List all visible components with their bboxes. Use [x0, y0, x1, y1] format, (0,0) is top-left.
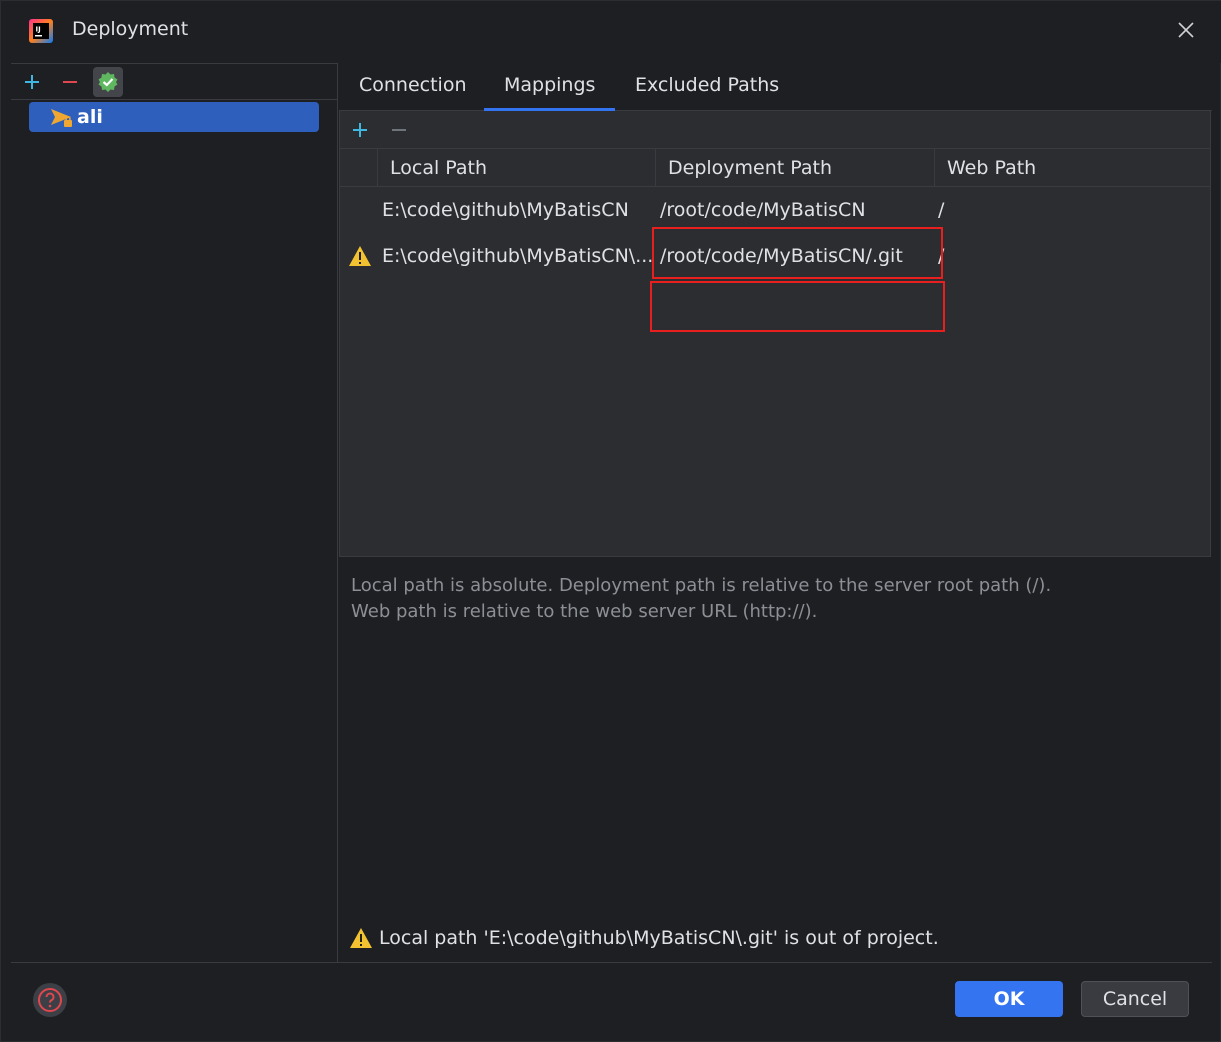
tab-mappings[interactable]: Mappings: [484, 72, 616, 111]
validation-warning: Local path 'E:\code\github\MyBatisCN\.gi…: [349, 927, 939, 949]
web-path-cell[interactable]: /: [938, 233, 1208, 279]
intellij-logo-icon: IJ: [29, 19, 53, 43]
minus-icon: [392, 129, 406, 131]
logo-letters: IJ: [36, 26, 41, 34]
close-icon[interactable]: [1173, 17, 1199, 43]
mappings-hint: Local path is absolute. Deployment path …: [351, 573, 1051, 625]
check-badge-icon: [98, 72, 118, 92]
warning-icon: [350, 928, 372, 948]
annotation-highlight-box: [650, 281, 945, 332]
table-header: Local Path Deployment Path Web Path: [340, 149, 1210, 187]
local-path-cell[interactable]: E:\code\github\MyBatisCN\...: [382, 233, 652, 279]
deployment-dialog: IJ Deployment ali Connection Mappings Ex…: [0, 0, 1221, 1042]
mappings-panel: Local Path Deployment Path Web Path E:\c…: [339, 111, 1211, 557]
tab-bar: Connection Mappings Excluded Paths: [339, 63, 1212, 111]
hint-line-2: Web path is relative to the web server U…: [351, 601, 818, 622]
hint-line-1: Local path is absolute. Deployment path …: [351, 575, 1052, 596]
tab-connection[interactable]: Connection: [339, 72, 487, 110]
server-list-pane: ali: [11, 63, 338, 962]
web-path-cell[interactable]: /: [938, 187, 1208, 233]
set-default-server-button[interactable]: [93, 67, 123, 97]
add-server-button[interactable]: [17, 67, 47, 97]
settings-pane: Connection Mappings Excluded Paths Local…: [339, 63, 1212, 962]
server-label: ali: [77, 106, 103, 128]
mappings-toolbar: [340, 111, 1210, 149]
local-path-cell[interactable]: E:\code\github\MyBatisCN: [382, 187, 652, 233]
help-icon: [38, 988, 62, 1012]
deployment-path-cell[interactable]: /root/code/MyBatisCN/.git: [660, 233, 930, 279]
minus-icon: [63, 81, 77, 83]
warning-icon: [348, 233, 374, 279]
add-mapping-button[interactable]: [346, 116, 374, 144]
mappings-table: Local Path Deployment Path Web Path E:\c…: [340, 149, 1210, 279]
column-header-deployment-path[interactable]: Deployment Path: [655, 149, 934, 187]
deployment-path-cell[interactable]: /root/code/MyBatisCN: [660, 187, 930, 233]
remove-mapping-button[interactable]: [385, 116, 413, 144]
column-header-local-path[interactable]: Local Path: [377, 149, 655, 187]
column-header-web-path[interactable]: Web Path: [934, 149, 1210, 187]
remove-server-button[interactable]: [55, 67, 85, 97]
dialog-footer: OK Cancel: [11, 962, 1212, 1033]
warning-text: Local path 'E:\code\github\MyBatisCN\.gi…: [379, 927, 939, 949]
ok-button[interactable]: OK: [955, 981, 1063, 1017]
server-item-ali[interactable]: ali: [29, 102, 319, 132]
table-row[interactable]: E:\code\github\MyBatisCN\... /root/code/…: [340, 233, 1210, 279]
sftp-server-icon: [51, 109, 72, 127]
server-list-toolbar: [11, 64, 337, 100]
help-button[interactable]: [33, 983, 67, 1017]
plus-icon: [353, 123, 367, 137]
title-bar: IJ Deployment: [1, 1, 1221, 63]
table-row[interactable]: E:\code\github\MyBatisCN /root/code/MyBa…: [340, 187, 1210, 233]
cancel-button[interactable]: Cancel: [1081, 981, 1189, 1017]
dialog-title: Deployment: [72, 18, 189, 40]
plus-icon: [25, 75, 39, 89]
tab-excluded-paths[interactable]: Excluded Paths: [615, 72, 799, 110]
